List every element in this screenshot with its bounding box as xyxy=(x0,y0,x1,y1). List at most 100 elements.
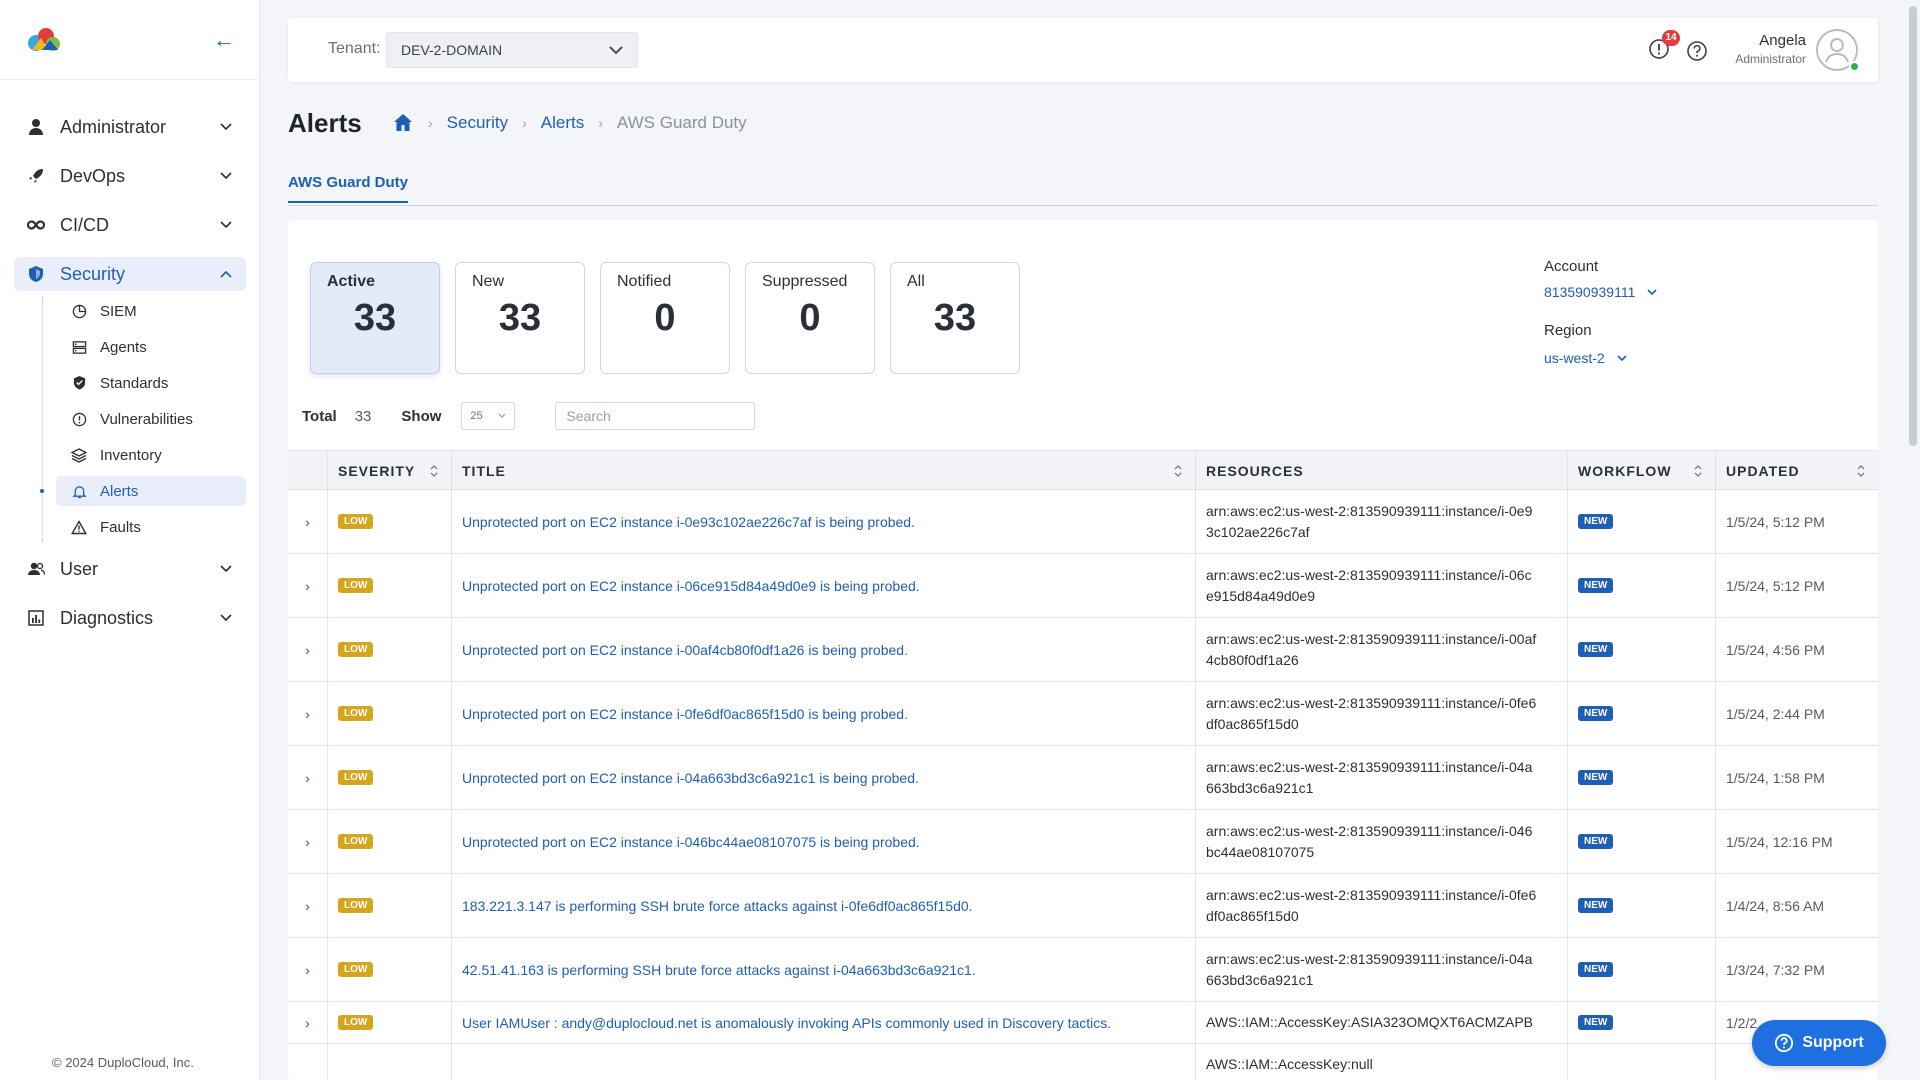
chevron-right-icon[interactable]: › xyxy=(288,810,328,873)
tab-aws-guard-duty[interactable]: AWS Guard Duty xyxy=(288,174,409,203)
header-title[interactable]: TITLE xyxy=(452,451,1196,491)
header-updated[interactable]: UPDATED xyxy=(1716,451,1878,491)
chevron-right-icon[interactable]: › xyxy=(288,1002,328,1043)
sidebar-subitem-siem[interactable]: SIEM xyxy=(56,296,246,326)
table-row[interactable]: › LOW Unprotected port on EC2 instance i… xyxy=(288,618,1878,682)
sidebar-subitem-standards[interactable]: Standards xyxy=(56,368,246,398)
sidebar-item-user[interactable]: User xyxy=(14,552,246,586)
updated-cell: 1/5/24, 1:58 PM xyxy=(1726,769,1825,786)
title-link[interactable]: 183.221.3.147 is performing SSH brute fo… xyxy=(452,874,1196,937)
table-row[interactable]: › LOW Unprotected port on EC2 instance i… xyxy=(288,490,1878,554)
chevron-right-icon[interactable]: › xyxy=(288,682,328,745)
chevron-right-icon[interactable]: › xyxy=(288,490,328,553)
workflow-badge: NEW xyxy=(1578,770,1614,785)
title-link[interactable]: Unprotected port on EC2 instance i-04a66… xyxy=(452,746,1196,809)
title-link[interactable]: User IAMUser : andy@duplocloud.net is an… xyxy=(452,1002,1196,1043)
sidebar-subitem-label: Alerts xyxy=(100,482,139,500)
breadcrumb-security[interactable]: Security xyxy=(447,113,508,133)
search-input[interactable] xyxy=(555,402,756,430)
chevron-right-icon[interactable]: › xyxy=(288,938,328,1001)
sort-icon[interactable] xyxy=(1693,464,1703,478)
stat-suppressed[interactable]: Suppressed 0 xyxy=(745,262,875,374)
sidebar-subitem-agents[interactable]: Agents xyxy=(56,332,246,362)
chevron-down-icon xyxy=(218,610,234,626)
chevron-right-icon[interactable]: › xyxy=(288,618,328,681)
title-link[interactable]: Unprotected port on EC2 instance i-0fe6d… xyxy=(452,682,1196,745)
table-row[interactable]: › LOW 42.51.41.163 is performing SSH bru… xyxy=(288,938,1878,1002)
breadcrumb-alerts[interactable]: Alerts xyxy=(541,113,584,133)
duplocloud-logo[interactable] xyxy=(24,26,64,54)
sidebar-item-cicd[interactable]: CI/CD xyxy=(14,208,246,242)
stat-value: 33 xyxy=(933,297,977,339)
chevron-right-icon[interactable]: › xyxy=(288,874,328,937)
table-row[interactable]: › LOW Unprotected port on EC2 instance i… xyxy=(288,554,1878,618)
header-severity[interactable]: SEVERITY xyxy=(328,451,452,491)
severity-badge: LOW xyxy=(338,578,374,593)
severity-cell: LOW xyxy=(328,938,452,1001)
page-size-select[interactable]: 25 xyxy=(461,402,516,430)
warning-icon xyxy=(70,518,88,536)
severity-badge: LOW xyxy=(338,514,374,529)
sidebar-subitem-label: Faults xyxy=(100,518,141,536)
sidebar-item-devops[interactable]: DevOps xyxy=(14,159,246,193)
infinity-icon xyxy=(26,215,46,235)
sidebar-subitem-vulnerabilities[interactable]: Vulnerabilities xyxy=(56,404,246,434)
stat-value: 33 xyxy=(498,297,542,339)
table-row[interactable]: › LOW Unprotected port on EC2 instance i… xyxy=(288,810,1878,874)
stat-notified[interactable]: Notified 0 xyxy=(600,262,730,374)
notifications-button[interactable]: 14 xyxy=(1648,30,1680,62)
sidebar-subitem-faults[interactable]: Faults xyxy=(56,512,246,542)
stat-all[interactable]: All 33 xyxy=(890,262,1020,374)
title-link[interactable]: Unprotected port on EC2 instance i-00af4… xyxy=(452,618,1196,681)
sidebar-subitem-alerts[interactable]: Alerts xyxy=(40,476,246,506)
region-select[interactable]: us-west-2 xyxy=(1544,350,1629,366)
stat-label: Active xyxy=(327,273,376,290)
sidebar-item-label: Administrator xyxy=(60,116,167,137)
table-row[interactable]: › LOW 183.221.3.147 is performing SSH br… xyxy=(288,874,1878,938)
table-row[interactable]: › LOW Unprotected port on EC2 instance i… xyxy=(288,746,1878,810)
header-workflow[interactable]: WORKFLOW xyxy=(1568,451,1716,491)
chevron-right-icon[interactable]: › xyxy=(288,554,328,617)
severity-cell: LOW xyxy=(328,810,452,873)
stat-active[interactable]: Active 33 xyxy=(310,262,440,374)
sidebar-item-security[interactable]: Security xyxy=(14,257,246,291)
sidebar-subitem-inventory[interactable]: Inventory xyxy=(56,440,246,470)
header-label: SEVERITY xyxy=(338,463,416,479)
title-link[interactable]: Unprotected port on EC2 instance i-0e93c… xyxy=(452,490,1196,553)
scrollbar-thumb[interactable] xyxy=(1909,6,1917,446)
tenant-select[interactable]: DEV-2-DOMAIN xyxy=(386,32,638,68)
title-link[interactable]: Unprotected port on EC2 instance i-06ce9… xyxy=(452,554,1196,617)
chevron-right-icon[interactable]: › xyxy=(288,746,328,809)
resource-cell: AWS::IAM::AccessKey:ASIA323OMQXT6ACMZAPB xyxy=(1196,1002,1568,1043)
account-select[interactable]: 813590939111 xyxy=(1544,284,1659,300)
table-header: SEVERITY TITLE RESOURCES WORKFLOW UPDATE… xyxy=(288,450,1878,491)
arrow-left-icon[interactable]: ← xyxy=(210,26,238,54)
chevron-down-icon xyxy=(218,119,234,135)
title-link[interactable] xyxy=(452,1044,1196,1080)
security-subnav: SIEM Agents Standards Vulnerabilities In… xyxy=(14,296,246,542)
table-row[interactable]: › LOW Unprotected port on EC2 instance i… xyxy=(288,682,1878,746)
title-link[interactable]: 42.51.41.163 is performing SSH brute for… xyxy=(452,938,1196,1001)
help-button[interactable] xyxy=(1686,40,1708,62)
sort-icon[interactable] xyxy=(1856,464,1866,478)
sort-icon[interactable] xyxy=(429,464,439,478)
title-link[interactable]: Unprotected port on EC2 instance i-046bc… xyxy=(452,810,1196,873)
page-size-value: 25 xyxy=(470,410,483,422)
home-icon[interactable] xyxy=(392,112,414,134)
alerts-table: SEVERITY TITLE RESOURCES WORKFLOW UPDATE… xyxy=(288,450,1878,1080)
table-row[interactable]: › LOW User IAMUser : andy@duplocloud.net… xyxy=(288,1002,1878,1044)
tenant-value: DEV-2-DOMAIN xyxy=(401,42,503,58)
header-label: UPDATED xyxy=(1726,463,1800,479)
sort-icon[interactable] xyxy=(1173,464,1183,478)
sidebar-item-diagnostics[interactable]: Diagnostics xyxy=(14,601,246,635)
table-row[interactable]: AWS::IAM::AccessKey:null xyxy=(288,1044,1878,1080)
sidebar-item-administrator[interactable]: Administrator xyxy=(14,110,246,144)
workflow-cell: NEW xyxy=(1568,874,1716,937)
stat-new[interactable]: New 33 xyxy=(455,262,585,374)
support-button[interactable]: Support xyxy=(1752,1020,1886,1066)
chevron-right-icon: › xyxy=(428,115,433,131)
pie-icon xyxy=(70,302,88,320)
stat-value: 0 xyxy=(654,297,676,339)
chevron-right-icon: › xyxy=(598,115,603,131)
resource-cell: arn:aws:ec2:us-west-2:813590939111:insta… xyxy=(1196,490,1568,553)
